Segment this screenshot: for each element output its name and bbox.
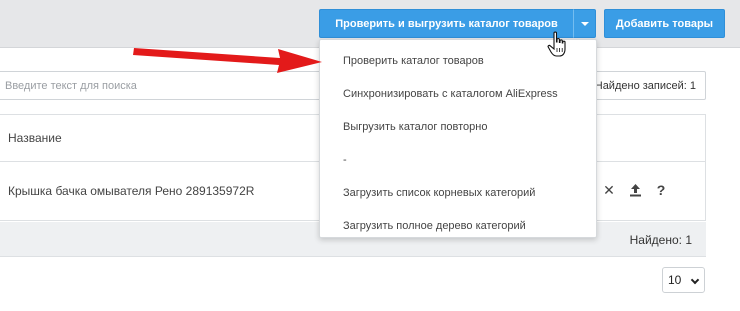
delete-icon[interactable]: ✕ xyxy=(602,181,616,199)
found-count-footer: Найдено: 1 xyxy=(629,233,692,247)
verify-export-dropdown-toggle[interactable] xyxy=(573,9,596,38)
page-size-select[interactable]: 10 xyxy=(662,267,705,293)
menu-item-verify-catalog[interactable]: Проверить каталог товаров xyxy=(320,44,596,77)
verify-export-dropdown-menu: Проверить каталог товаров Синхронизирова… xyxy=(319,39,597,238)
page-size-value: 10 xyxy=(668,273,682,287)
column-header-name[interactable]: Название xyxy=(8,131,62,145)
menu-item-sync-aliexpress[interactable]: Синхронизировать с каталогом AliExpress xyxy=(320,77,596,110)
verify-export-catalog-button[interactable]: Проверить и выгрузить каталог товаров xyxy=(319,9,573,38)
menu-item-load-root-categories[interactable]: Загрузить список корневых категорий xyxy=(320,176,596,209)
menu-item-separator[interactable]: - xyxy=(320,143,596,176)
chevron-down-icon xyxy=(690,275,700,285)
menu-item-reexport-catalog[interactable]: Выгрузить каталог повторно xyxy=(320,110,596,143)
upload-icon[interactable] xyxy=(628,181,642,199)
row-actions: ✕ ? xyxy=(602,180,672,200)
caret-down-icon xyxy=(580,21,589,26)
table-row-product-name: Крышка бачка омывателя Рено 289135972R xyxy=(8,184,255,198)
add-products-button[interactable]: Добавить товары xyxy=(604,9,725,38)
help-icon[interactable]: ? xyxy=(654,181,668,199)
menu-item-load-category-tree[interactable]: Загрузить полное дерево категорий xyxy=(320,209,596,242)
